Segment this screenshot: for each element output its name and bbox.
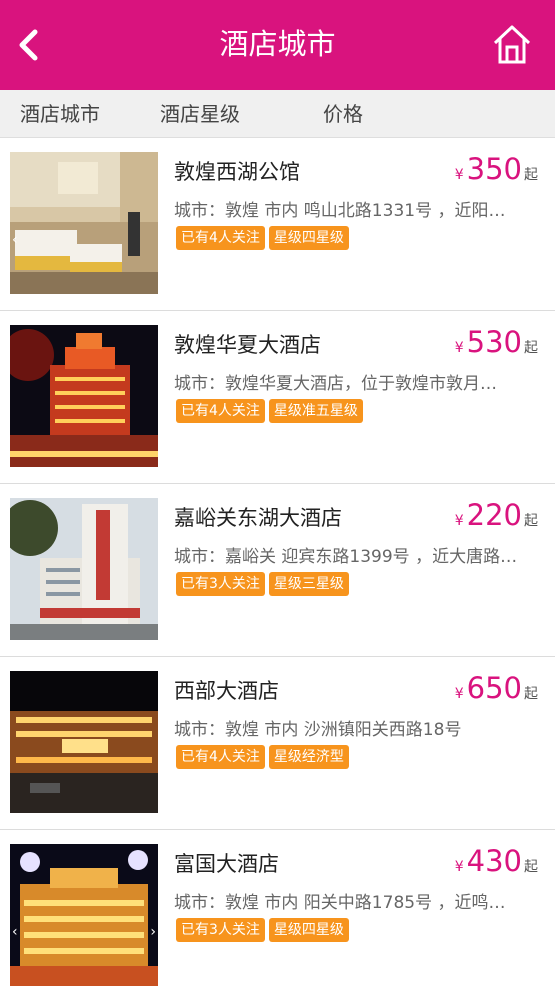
price-suffix: 起 (524, 340, 538, 356)
hotel-name: 西部大酒店 (174, 679, 279, 703)
followers-badge: 已有4人关注 (176, 399, 265, 423)
price-suffix: 起 (524, 167, 538, 183)
star-badge: 星级四星级 (268, 226, 349, 250)
currency-symbol: ¥ (454, 686, 464, 702)
price-amount: 430 (466, 844, 522, 878)
hotel-item[interactable]: 西部大酒店 ¥ 650 起 城市：敦煌 市内 沙洲镇阳关西路18号 已有4人关注… (0, 657, 555, 830)
price-suffix: 起 (524, 513, 538, 529)
hotel-name: 嘉峪关东湖大酒店 (174, 506, 342, 530)
tag-group: 已有4人关注 星级准五星级 (176, 399, 363, 423)
hotel-thumbnail: ‹ › (10, 844, 158, 986)
hotel-address: 城市：敦煌 市内 鸣山北路1331号 ，近阳… (174, 201, 506, 221)
hotel-item[interactable]: 嘉峪关东湖大酒店 ¥ 220 起 城市：嘉峪关 迎宾东路1399号 ，近大唐路…… (0, 484, 555, 657)
home-icon (493, 25, 531, 64)
hotel-item[interactable]: ‹ 敦煌西湖公馆 ¥ 350 起 城市：敦煌 市内 鸣山北路1331号 ，近阳…… (0, 138, 555, 311)
hotel-item[interactable]: 敦煌华夏大酒店 ¥ 530 起 城市：敦煌华夏大酒店，位于敦煌市敦月… 已有4人… (0, 311, 555, 484)
price-amount: 350 (466, 152, 522, 186)
hotel-price: ¥ 350 起 (455, 152, 538, 186)
filter-bar: 酒店城市 酒店星级 价格 (0, 90, 555, 138)
followers-badge: 已有4人关注 (176, 745, 265, 769)
currency-symbol: ¥ (454, 340, 464, 356)
hotel-thumbnail (10, 325, 158, 467)
hotel-thumbnail (10, 498, 158, 640)
hotel-list: ‹ 敦煌西湖公馆 ¥ 350 起 城市：敦煌 市内 鸣山北路1331号 ，近阳…… (0, 138, 555, 995)
star-badge: 星级准五星级 (268, 399, 363, 423)
hotel-name: 富国大酒店 (174, 852, 279, 876)
hotel-address: 城市：敦煌华夏大酒店，位于敦煌市敦月… (174, 374, 497, 394)
filter-tab-city[interactable]: 酒店城市 (20, 90, 100, 138)
hotel-price: ¥ 650 起 (455, 671, 538, 705)
hotel-price: ¥ 430 起 (455, 844, 538, 878)
hotel-price: ¥ 530 起 (455, 325, 538, 359)
price-suffix: 起 (524, 859, 538, 875)
hotel-address: 城市：嘉峪关 迎宾东路1399号 ，近大唐路… (174, 547, 518, 567)
hotel-address: 城市：敦煌 市内 阳关中路1785号 ，近鸣… (174, 893, 506, 913)
next-image-icon[interactable]: › (150, 924, 156, 940)
hotel-thumbnail: ‹ (10, 152, 158, 294)
price-amount: 650 (466, 671, 522, 705)
prev-image-icon[interactable]: ‹ (12, 232, 18, 248)
currency-symbol: ¥ (454, 859, 464, 875)
hotel-thumbnail (10, 671, 158, 813)
prev-image-icon[interactable]: ‹ (12, 924, 18, 940)
price-suffix: 起 (524, 686, 538, 702)
filter-tab-star[interactable]: 酒店星级 (160, 90, 240, 138)
hotel-item[interactable]: ‹ › 富国大酒店 ¥ 430 起 城市：敦煌 市内 阳关中路1785号 ，近鸣… (0, 830, 555, 995)
top-bar: 酒店城市 (0, 0, 555, 90)
tag-group: 已有4人关注 星级经济型 (176, 745, 349, 769)
price-amount: 220 (466, 498, 522, 532)
followers-badge: 已有3人关注 (176, 918, 265, 942)
tag-group: 已有3人关注 星级四星级 (176, 918, 349, 942)
followers-badge: 已有4人关注 (176, 226, 265, 250)
home-button[interactable] (489, 18, 535, 70)
star-badge: 星级四星级 (268, 918, 349, 942)
hotel-name: 敦煌西湖公馆 (174, 160, 300, 184)
currency-symbol: ¥ (454, 167, 464, 183)
hotel-price: ¥ 220 起 (455, 498, 538, 532)
tag-group: 已有4人关注 星级四星级 (176, 226, 349, 250)
hotel-name: 敦煌华夏大酒店 (174, 333, 321, 357)
hotel-address: 城市：敦煌 市内 沙洲镇阳关西路18号 (174, 720, 462, 740)
followers-badge: 已有3人关注 (176, 572, 265, 596)
currency-symbol: ¥ (454, 513, 464, 529)
page-title: 酒店城市 (219, 27, 336, 61)
tag-group: 已有3人关注 星级三星级 (176, 572, 349, 596)
filter-tab-price[interactable]: 价格 (323, 90, 363, 138)
price-amount: 530 (466, 325, 522, 359)
star-badge: 星级三星级 (268, 572, 349, 596)
star-badge: 星级经济型 (268, 745, 349, 769)
